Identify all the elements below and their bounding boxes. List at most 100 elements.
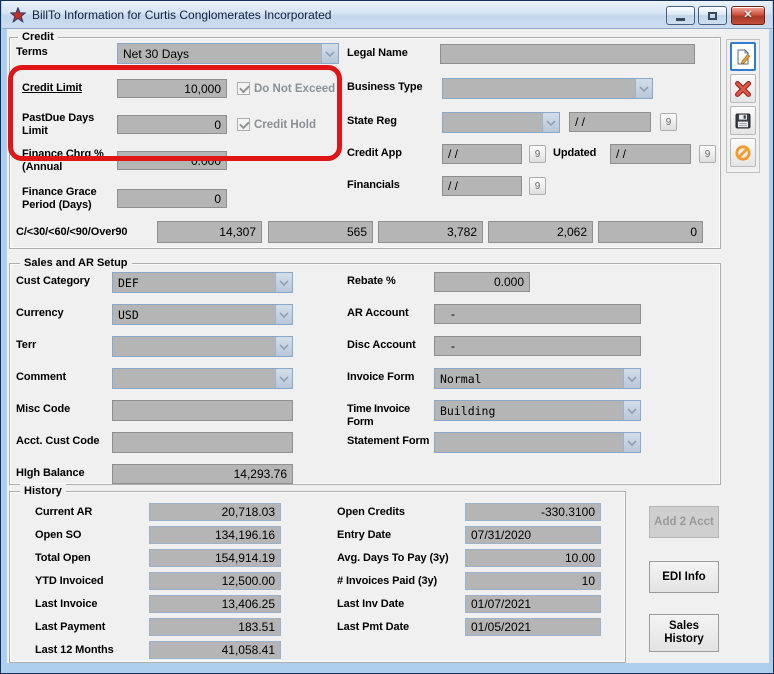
finance-grace-value: 0 [214, 192, 221, 206]
delete-record-button[interactable] [730, 74, 756, 103]
delete-x-icon [734, 80, 752, 98]
currency-value: USD [118, 308, 139, 322]
ar-account-value: - [451, 307, 455, 321]
ar-account-label: AR Account [347, 307, 409, 320]
invoice-form-label: Invoice Form [347, 371, 414, 384]
titlebar: BillTo Information for Curtis Conglomera… [2, 1, 772, 29]
misc-code-label: Misc Code [16, 403, 70, 416]
aging-value: 0 [690, 225, 697, 239]
current-ar-label: Current AR [35, 506, 92, 519]
aging-value: 14,307 [219, 225, 256, 239]
finance-grace-field[interactable]: 0 [117, 189, 227, 208]
edit-icon [734, 48, 752, 66]
invoices-paid-field: 10 [465, 572, 601, 590]
chevron-down-icon [623, 401, 640, 420]
history-group: History Current AR 20,718.03 Open SO 134… [9, 491, 626, 663]
finance-chrg-label: Finance Chrg % (Annual [22, 148, 112, 174]
billto-window: BillTo Information for Curtis Conglomera… [0, 0, 774, 674]
add-2-acct-button: Add 2 Acct [649, 506, 719, 538]
finance-chrg-field[interactable]: 0.000 [117, 151, 227, 170]
entry-date-value: 07/31/2020 [471, 528, 531, 542]
avg-days-to-pay-field: 10.00 [465, 549, 601, 567]
do-not-exceed-label: Do Not Exceed [254, 83, 335, 95]
window-title: BillTo Information for Curtis Conglomera… [32, 8, 331, 22]
rebate-label: Rebate % [347, 275, 396, 288]
chevron-down-icon [275, 273, 292, 292]
time-invoice-form-combo[interactable]: Building [434, 400, 641, 421]
finance-grace-label: Finance Grace Period (Days) [22, 186, 117, 212]
cust-category-combo[interactable]: DEF [112, 272, 293, 293]
credit-hold-label: Credit Hold [254, 119, 316, 131]
credit-app-calendar-button[interactable]: 9 [529, 145, 546, 163]
legal-name-field[interactable] [440, 44, 695, 64]
comment-label: Comment [16, 371, 66, 384]
current-ar-field: 20,718.03 [149, 503, 281, 521]
currency-label: Currency [16, 307, 64, 320]
credit-app-label: Credit App [347, 147, 402, 160]
cancel-record-button[interactable] [730, 138, 756, 167]
aging-label: C/<30/<60/<90/Over90 [16, 226, 127, 239]
app-star-icon [10, 7, 26, 23]
aging-field-over90: 0 [598, 221, 703, 243]
high-balance-field: 14,293.76 [112, 464, 293, 484]
state-reg-combo[interactable] [442, 112, 560, 133]
disc-account-field[interactable]: - [434, 336, 641, 356]
updated-date-value: / / [616, 147, 626, 161]
business-type-combo[interactable] [442, 78, 653, 99]
close-icon: ✕ [743, 10, 752, 21]
entry-date-label: Entry Date [337, 529, 391, 542]
last-invoice-field: 13,406.25 [149, 595, 281, 613]
last-inv-date-field: 01/07/2021 [465, 595, 601, 613]
acct-cust-code-field[interactable] [112, 432, 293, 453]
sales-ar-group: Sales and AR Setup Cust Category DEF Cur… [9, 263, 721, 485]
chevron-down-icon [275, 305, 292, 324]
aging-field-30: 565 [268, 221, 373, 243]
misc-code-field[interactable] [112, 400, 293, 421]
entry-date-field: 07/31/2020 [465, 526, 601, 544]
financials-date-field[interactable]: / / [442, 176, 522, 196]
aging-field-current: 14,307 [157, 221, 262, 243]
minimize-button[interactable] [666, 6, 695, 25]
credit-limit-label[interactable]: Credit Limit [22, 82, 82, 95]
rebate-field[interactable]: 0.000 [434, 272, 530, 292]
chevron-down-icon [275, 369, 292, 388]
edi-info-button[interactable]: EDI Info [649, 561, 719, 593]
chevron-down-icon [275, 337, 292, 356]
comment-combo[interactable] [112, 368, 293, 389]
ar-account-field[interactable]: - [434, 304, 641, 324]
avg-days-to-pay-value: 10.00 [565, 551, 595, 565]
terr-combo[interactable] [112, 336, 293, 357]
maximize-button[interactable] [698, 6, 727, 25]
open-credits-label: Open Credits [337, 506, 405, 519]
sales-history-button[interactable]: Sales History [649, 614, 719, 652]
aging-value: 565 [347, 225, 367, 239]
current-ar-value: 20,718.03 [222, 505, 275, 519]
invoice-form-combo[interactable]: Normal [434, 368, 641, 389]
aging-field-60: 3,782 [378, 221, 483, 243]
terms-label: Terms [16, 46, 48, 59]
updated-date-field[interactable]: / / [610, 144, 691, 164]
cancel-prohibition-icon [734, 144, 752, 162]
ytd-invoiced-value: 12,500.00 [222, 574, 275, 588]
pastdue-field[interactable]: 0 [117, 115, 227, 134]
statement-form-combo[interactable] [434, 432, 641, 453]
financials-date-value: / / [448, 179, 458, 193]
updated-calendar-button[interactable]: 9 [699, 145, 716, 163]
edit-record-button[interactable] [730, 42, 756, 71]
close-button[interactable]: ✕ [731, 6, 765, 25]
state-reg-calendar-button[interactable]: 9 [660, 113, 677, 131]
credit-limit-field[interactable]: 10,000 [117, 79, 227, 98]
save-record-button[interactable] [730, 106, 756, 135]
history-legend: History [20, 484, 66, 498]
do-not-exceed-checkbox [237, 82, 250, 95]
invoices-paid-label: # Invoices Paid (3y) [337, 575, 437, 588]
open-so-field: 134,196.16 [149, 526, 281, 544]
currency-combo[interactable]: USD [112, 304, 293, 325]
credit-hold-checkbox [237, 118, 250, 131]
last-payment-value: 183.51 [238, 620, 275, 634]
credit-app-date-field[interactable]: / / [442, 144, 522, 164]
terms-combo[interactable]: Net 30 Days [117, 43, 339, 64]
state-reg-date-field[interactable]: / / [569, 112, 651, 132]
total-open-label: Total Open [35, 552, 91, 565]
financials-calendar-button[interactable]: 9 [529, 177, 546, 195]
